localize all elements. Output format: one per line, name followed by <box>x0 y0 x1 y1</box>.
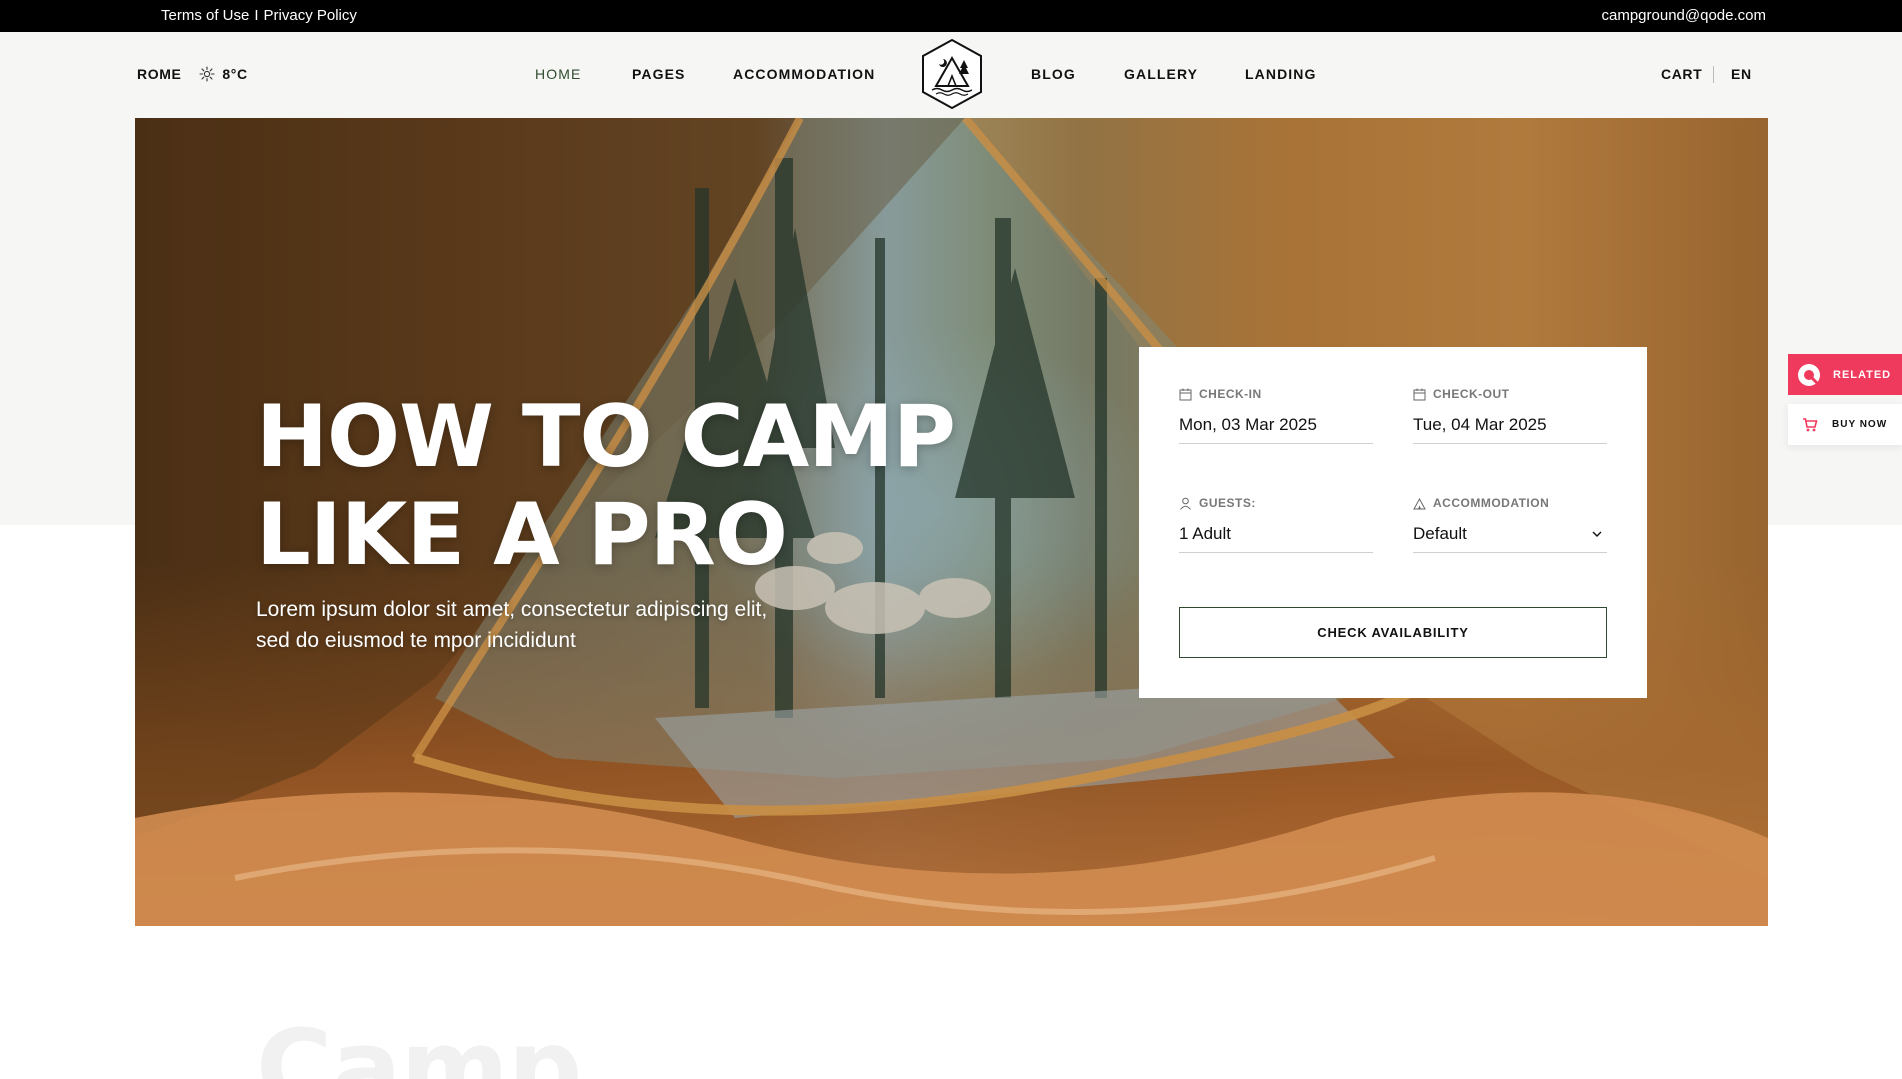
related-label: RELATED <box>1833 368 1892 381</box>
checkout-field[interactable]: CHECK-OUT Tue, 04 Mar 2025 <box>1413 387 1607 444</box>
guests-input[interactable]: 1 Adult <box>1179 524 1373 553</box>
privacy-link[interactable]: Privacy Policy <box>264 7 357 24</box>
top-bar: Terms of Use I Privacy Policy campground… <box>0 0 1902 32</box>
buy-now-button[interactable]: BUY NOW <box>1788 404 1902 445</box>
header-divider <box>1713 66 1714 83</box>
language-switcher[interactable]: EN <box>1731 66 1752 82</box>
check-availability-button[interactable]: CHECK AVAILABILITY <box>1179 607 1607 658</box>
accommodation-field[interactable]: ACCOMMODATION Default <box>1413 496 1607 553</box>
accommodation-value: Default <box>1413 524 1467 543</box>
hero-title-line-1: HOW TO CAMP <box>256 387 956 487</box>
guests-field[interactable]: GUESTS: 1 Adult <box>1179 496 1373 553</box>
nav-blog[interactable]: BLOG <box>1031 66 1076 82</box>
weather-temperature: 8°C <box>222 66 248 82</box>
checkin-label: CHECK-IN <box>1199 387 1262 401</box>
nav-landing[interactable]: LANDING <box>1245 66 1316 82</box>
nav-accommodation[interactable]: ACCOMMODATION <box>733 66 875 82</box>
user-icon <box>1180 497 1191 510</box>
related-button[interactable]: RELATED <box>1788 354 1902 395</box>
checkout-input[interactable]: Tue, 04 Mar 2025 <box>1413 415 1607 444</box>
weather-city: ROME <box>137 66 182 82</box>
email-link[interactable]: campground@qode.com <box>1602 7 1767 24</box>
nav-pages[interactable]: PAGES <box>632 66 685 82</box>
weather-widget: ROME 8°C <box>137 66 248 82</box>
checkin-input[interactable]: Mon, 03 Mar 2025 <box>1179 415 1373 444</box>
accommodation-select[interactable]: Default <box>1413 524 1607 553</box>
related-icon <box>1798 363 1820 386</box>
legal-links: Terms of Use I Privacy Policy <box>161 7 357 24</box>
hero-subtitle: Lorem ipsum dolor sit amet, consectetur … <box>256 598 768 652</box>
buy-now-label: BUY NOW <box>1832 419 1888 430</box>
accommodation-label: ACCOMMODATION <box>1433 496 1550 510</box>
nav-home[interactable]: HOME <box>535 66 581 82</box>
checkin-field[interactable]: CHECK-IN Mon, 03 Mar 2025 <box>1179 387 1373 444</box>
terms-link[interactable]: Terms of Use <box>161 7 249 24</box>
camp-logo-icon[interactable] <box>920 38 984 110</box>
cart-icon <box>1803 417 1818 431</box>
sun-icon <box>199 66 215 82</box>
calendar-icon <box>1179 388 1192 400</box>
chevron-down-icon <box>1592 531 1602 537</box>
hero-title-line-2: LIKE A PRO <box>256 485 788 585</box>
calendar-icon <box>1413 388 1426 400</box>
legal-divider: I <box>254 7 259 24</box>
site-header: ROME 8°C HOME PAGES ACCOMMODATION BLOG G… <box>0 32 1902 118</box>
tent-icon <box>1413 497 1426 509</box>
checkout-label: CHECK-OUT <box>1433 387 1510 401</box>
nav-gallery[interactable]: GALLERY <box>1124 66 1198 82</box>
guests-label: GUESTS: <box>1199 496 1256 510</box>
hero-title: HOW TO CAMP LIKE A PRO <box>256 387 956 585</box>
cart-link[interactable]: CART <box>1661 66 1702 82</box>
booking-form: CHECK-IN Mon, 03 Mar 2025 CHECK-OUT Tue,… <box>1139 347 1647 698</box>
section-heading-faded: Camp <box>256 1007 582 1079</box>
